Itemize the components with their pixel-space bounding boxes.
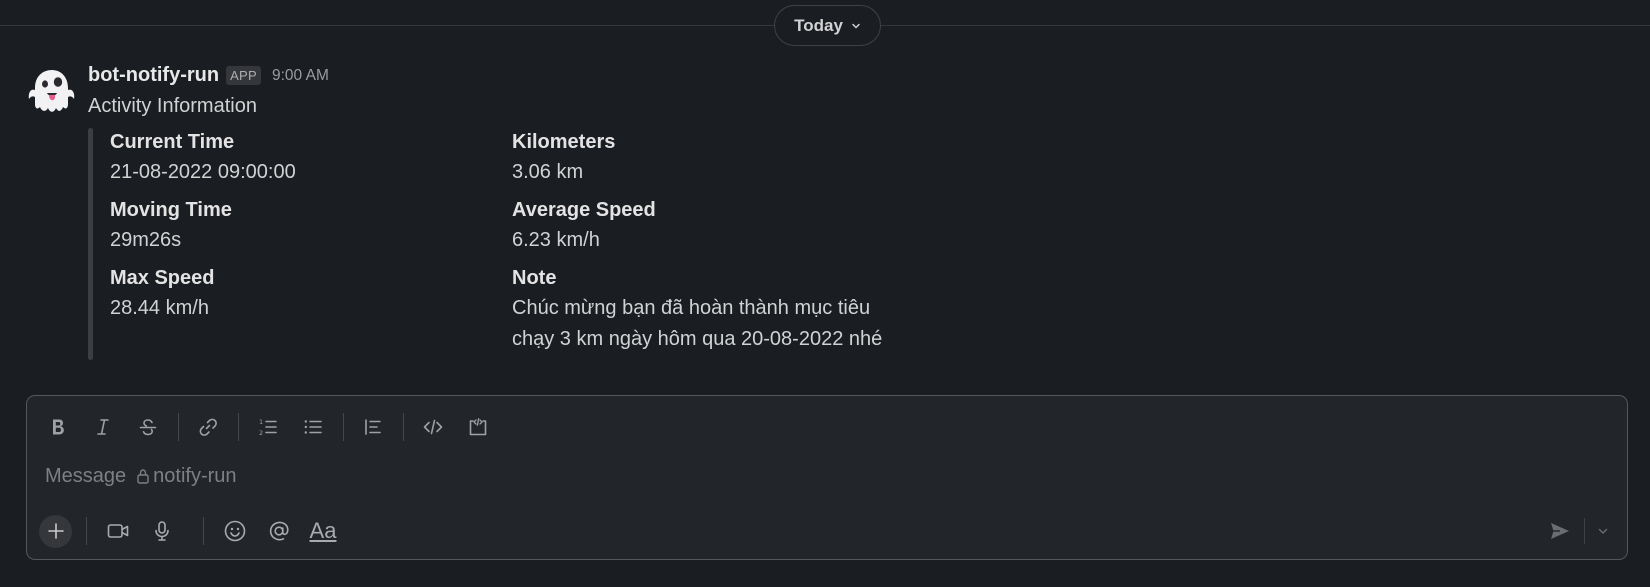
toolbar-separator (1584, 518, 1585, 544)
message-composer: 12 Message notify-run Aa (26, 395, 1628, 560)
emoji-button[interactable] (218, 514, 252, 548)
lock-icon (137, 469, 149, 484)
audio-clip-button[interactable] (145, 514, 179, 548)
toolbar-separator (343, 413, 344, 441)
link-icon (199, 418, 217, 436)
date-divider-button[interactable]: Today (774, 5, 881, 46)
ghost-avatar-icon[interactable] (25, 66, 77, 118)
message-input[interactable]: Message notify-run (45, 461, 1445, 491)
app-badge: APP (226, 66, 261, 85)
plus-icon (47, 523, 64, 539)
send-icon (1551, 523, 1569, 539)
bold-icon (53, 419, 64, 435)
bulleted-list-button[interactable] (296, 410, 330, 444)
message-timestamp[interactable]: 9:00 AM (272, 67, 329, 85)
field-value: 21-08-2022 09:00:00 (110, 161, 296, 183)
channel-name: notify-run (153, 464, 237, 487)
svg-text:1: 1 (259, 418, 263, 426)
send-button[interactable] (1542, 514, 1578, 548)
video-clip-button[interactable] (101, 514, 135, 548)
mention-button[interactable] (262, 514, 296, 548)
strikethrough-button[interactable] (131, 410, 165, 444)
field-value-line: Chúc mừng bạn đã hoàn thành mục tiêu (512, 297, 871, 319)
chevron-down-icon (1598, 528, 1608, 534)
svg-text:2: 2 (259, 429, 263, 437)
link-button[interactable] (191, 410, 225, 444)
send-options-button[interactable] (1591, 514, 1615, 548)
field-value: 29m26s (110, 229, 182, 251)
message-text: Activity Information (88, 95, 257, 117)
sender-name[interactable]: bot-notify-run (88, 64, 219, 87)
attachment-bar (88, 128, 93, 360)
field-value: 6.23 km/h (512, 229, 600, 251)
field-current-time: Current Time 21-08-2022 09:00:00 (110, 127, 510, 188)
strikethrough-icon (139, 419, 157, 436)
toolbar-separator (86, 517, 87, 545)
ordered-list-icon: 12 (259, 418, 277, 437)
field-label: Max Speed (110, 267, 215, 289)
formatting-button[interactable]: Aa (306, 514, 340, 548)
field-note: Note Chúc mừng bạn đã hoàn thành mục tiê… (512, 263, 912, 355)
field-label: Moving Time (110, 199, 232, 221)
field-value: 28.44 km/h (110, 297, 209, 319)
attach-button[interactable] (39, 514, 72, 548)
italic-button[interactable] (86, 410, 120, 444)
code-block-icon (469, 418, 487, 436)
toolbar-separator (238, 413, 239, 441)
toolbar-separator (178, 413, 179, 441)
message-placeholder: Message (45, 464, 127, 487)
field-value: 3.06 km (512, 161, 584, 183)
toolbar-separator (203, 517, 204, 545)
slack-channel-view: Today bot-notify-run APP 9:00 AM Activit… (0, 0, 1650, 587)
field-max-speed: Max Speed 28.44 km/h (110, 263, 510, 324)
blockquote-icon (365, 419, 381, 435)
formatting-icon: Aa (309, 518, 337, 543)
code-block-button[interactable] (461, 410, 495, 444)
date-divider-label: Today (794, 15, 843, 35)
field-label: Kilometers (512, 131, 616, 153)
field-label: Current Time (110, 131, 235, 153)
chevron-down-icon (852, 23, 860, 29)
video-icon (107, 524, 129, 538)
blockquote-button[interactable] (356, 410, 390, 444)
emoji-icon (224, 520, 246, 542)
field-label: Average Speed (512, 199, 656, 221)
code-icon (423, 419, 443, 435)
formatting-toolbar: 12 (41, 410, 506, 444)
mention-icon (269, 521, 289, 541)
message-header: bot-notify-run APP 9:00 AM (88, 64, 329, 87)
ordered-list-button[interactable]: 12 (251, 410, 285, 444)
microphone-icon (155, 521, 169, 541)
field-value-line: chạy 3 km ngày hôm qua 20-08-2022 nhé (512, 328, 883, 350)
bulleted-list-icon (304, 420, 322, 434)
code-button[interactable] (416, 410, 450, 444)
composer-actions: Aa (39, 512, 1615, 550)
field-label: Note (512, 267, 557, 289)
field-kilometers: Kilometers 3.06 km (512, 127, 912, 188)
italic-icon (97, 419, 109, 435)
send-controls (1542, 514, 1615, 548)
toolbar-separator (403, 413, 404, 441)
bold-button[interactable] (41, 410, 75, 444)
field-average-speed: Average Speed 6.23 km/h (512, 195, 912, 256)
field-moving-time: Moving Time 29m26s (110, 195, 510, 256)
